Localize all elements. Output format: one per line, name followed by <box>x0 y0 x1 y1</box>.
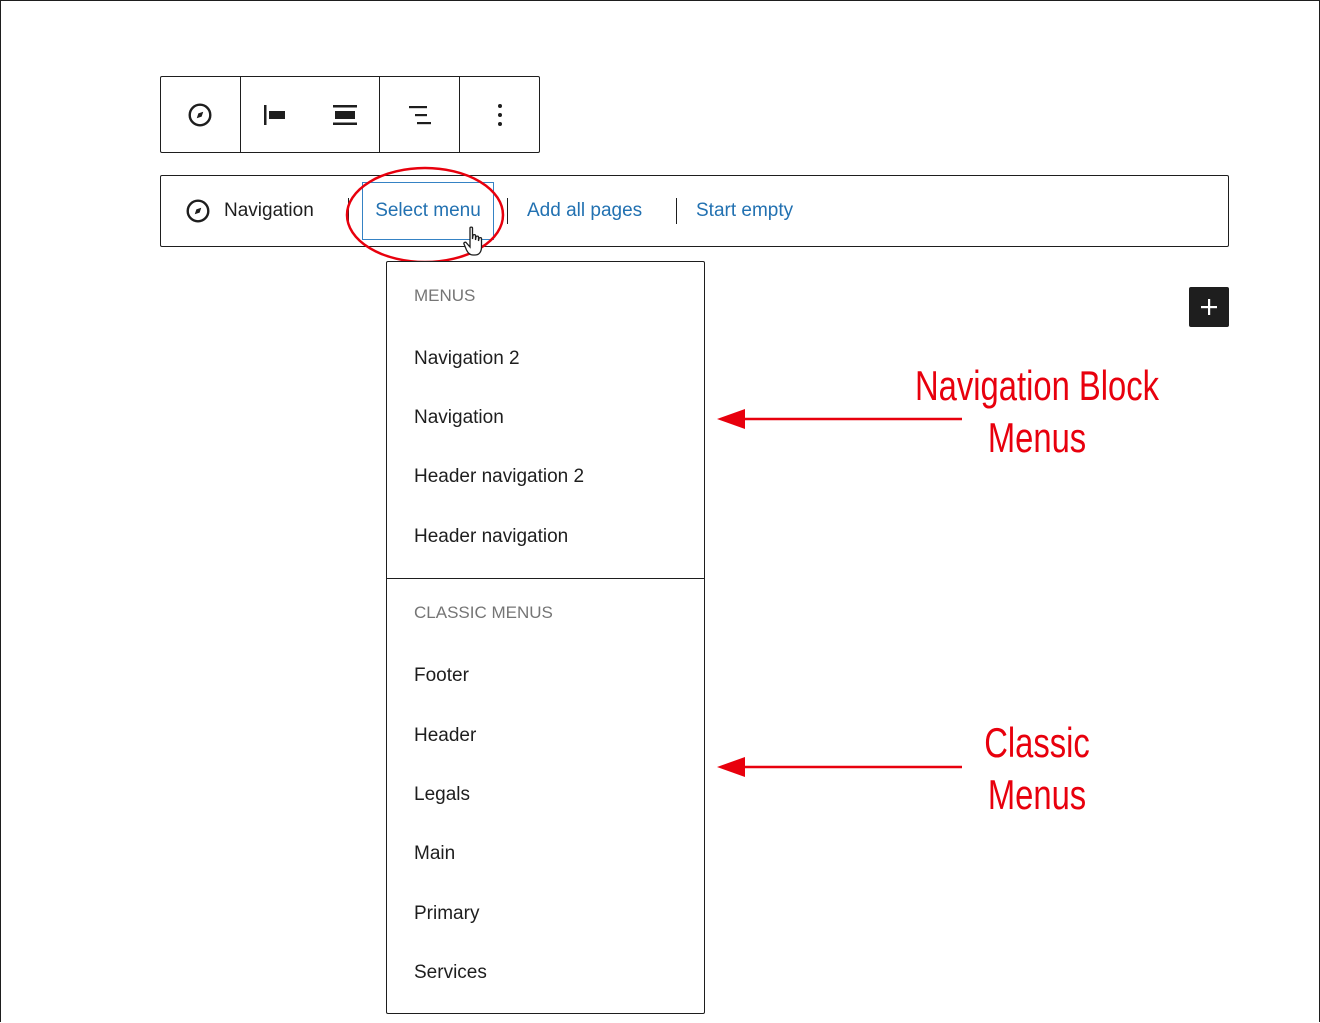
annotation-line: Navigation Block <box>914 362 1159 409</box>
add-all-pages-button[interactable]: Add all pages <box>527 176 642 246</box>
separator <box>676 198 677 224</box>
classic-item-header[interactable]: Header <box>414 725 476 747</box>
toolbar-group-more <box>460 77 539 152</box>
compass-icon <box>186 199 210 223</box>
classic-menus-heading: CLASSIC MENUS <box>414 603 553 622</box>
submenu-align-button[interactable] <box>404 99 436 131</box>
classic-item-primary[interactable]: Primary <box>414 903 479 925</box>
compass-icon <box>188 103 212 126</box>
annotation-line: Menus <box>987 414 1087 461</box>
classic-item-legals[interactable]: Legals <box>414 784 470 806</box>
annotation-navigation-block-menus: Navigation Block Menus <box>901 360 1174 464</box>
add-block-button[interactable] <box>1189 287 1229 327</box>
hand-cursor-icon <box>463 226 483 256</box>
menus-heading: MENUS <box>414 286 476 305</box>
menu-item-navigation-2[interactable]: Navigation 2 <box>414 348 520 370</box>
menu-dropdown: MENUS Navigation 2 Navigation Header nav… <box>386 261 705 1014</box>
toolbar-group-block <box>161 77 241 152</box>
block-type-button[interactable] <box>184 99 216 131</box>
start-empty-button[interactable]: Start empty <box>696 176 793 246</box>
annotation-classic-menus: Classic Menus <box>940 717 1135 821</box>
justify-center-button[interactable] <box>329 99 361 131</box>
classic-item-main[interactable]: Main <box>414 843 455 865</box>
toolbar-group-justify <box>241 77 381 152</box>
classic-item-footer[interactable]: Footer <box>414 665 469 687</box>
navigation-placeholder: Navigation Select menu Add all pages Sta… <box>160 175 1229 247</box>
menu-item-header-navigation[interactable]: Header navigation <box>414 526 568 548</box>
justify-center-icon <box>333 104 358 125</box>
navigation-block-label: Navigation <box>185 176 314 246</box>
submenu-align-icon <box>408 105 431 124</box>
menu-item-navigation[interactable]: Navigation <box>414 407 504 429</box>
annotation-line: Classic <box>984 719 1090 766</box>
menu-item-header-navigation-2[interactable]: Header navigation 2 <box>414 466 584 488</box>
navigation-label-text: Navigation <box>224 200 314 221</box>
more-options-button[interactable] <box>484 99 516 131</box>
more-options-icon <box>497 103 502 126</box>
classic-item-services[interactable]: Services <box>414 962 487 984</box>
divider <box>387 578 704 579</box>
separator <box>507 198 508 224</box>
justify-left-icon <box>264 104 286 125</box>
justify-left-button[interactable] <box>259 99 291 131</box>
annotation-line: Menus <box>987 771 1087 818</box>
arrow-left-icon <box>717 757 962 777</box>
toolbar-group-orientation <box>380 77 461 152</box>
block-toolbar <box>160 76 540 153</box>
plus-icon <box>1201 299 1217 315</box>
